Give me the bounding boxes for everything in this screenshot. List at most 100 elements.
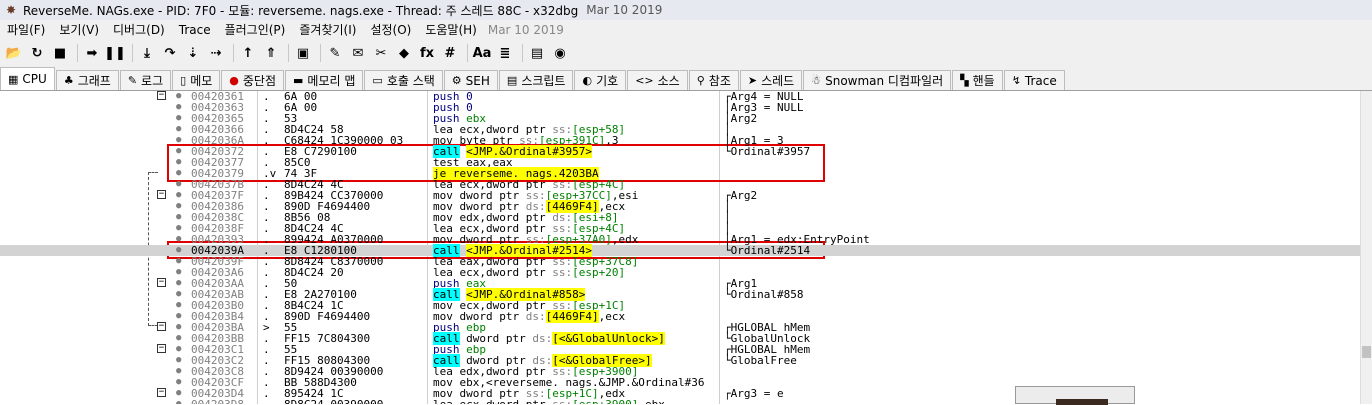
tab-item[interactable]: ◐ 기호	[574, 70, 627, 90]
collapse-toggle[interactable]: −	[157, 322, 166, 331]
call-stack-icon: ▭	[372, 74, 383, 87]
breakpoint-dot[interactable]: ●	[176, 311, 181, 322]
tab-item[interactable]: ▯ 메모	[172, 70, 221, 90]
menu-item[interactable]: 설정(O)	[363, 20, 418, 40]
menu-bar: 파일(F) 보기(V) 디버그(D) Trace 플러그인(P) 즐겨찾기(I) 설정(O)…	[0, 20, 1372, 40]
font-icon[interactable]: Aa	[472, 43, 492, 63]
bookmark-icon[interactable]: ◆	[394, 43, 414, 63]
tab-item[interactable]: ⚙ SEH	[443, 70, 498, 90]
breakpoint-dot[interactable]: ●	[176, 267, 181, 278]
breakpoint-dot[interactable]: ●	[176, 333, 181, 344]
tab-label: SEH	[465, 73, 490, 88]
tab-item[interactable]: ♣ 그래프	[55, 70, 119, 90]
menu-item[interactable]: 디버그(D)	[106, 20, 172, 40]
comment-icon[interactable]: ✉	[348, 43, 368, 63]
tab-item[interactable]: ☃ Snowman 디컴파일러	[803, 70, 952, 90]
strings-icon[interactable]: ≣	[495, 43, 515, 63]
breakpoint-dot[interactable]: ●	[176, 102, 181, 113]
breakpoint-dot[interactable]: ●	[176, 399, 181, 404]
breakpoint-dot[interactable]: ●	[176, 289, 181, 300]
trace-icon: ↯	[1011, 74, 1021, 87]
breakpoint-dot[interactable]: ●	[176, 300, 181, 311]
address[interactable]: 004203D8	[191, 399, 244, 404]
vertical-scrollbar[interactable]	[1360, 91, 1372, 404]
breakpoint-dot[interactable]: ●	[176, 201, 181, 212]
graph-icon: ♣	[63, 74, 74, 87]
tab-item[interactable]: ▤ 스크립트	[498, 70, 574, 90]
handles-icon: ▚	[960, 74, 969, 87]
toolbar-separator	[132, 44, 133, 62]
tab-item[interactable]: ⚲ 참조	[688, 70, 739, 90]
breakpoint-dot[interactable]: ●	[176, 366, 181, 377]
collapse-toggle[interactable]: −	[157, 388, 166, 397]
breakpoint-dot[interactable]: ●	[176, 223, 181, 234]
breakpoint-dot[interactable]: ●	[176, 135, 181, 146]
trace-into-icon[interactable]: ⇣	[183, 43, 203, 63]
step-over-icon[interactable]: ↷	[160, 43, 180, 63]
breakpoint-dot[interactable]: ●	[176, 234, 181, 245]
tab-item[interactable]: ▬ 메모리 맵	[285, 70, 364, 90]
function-icon[interactable]: fx	[417, 43, 437, 63]
tab-label: 중단점	[242, 74, 277, 88]
tab-item[interactable]: ● 중단점	[221, 70, 285, 90]
toolbar: 📂 ↻ ■ ➡ ❚❚ ⤓ ↷ ⇣ ⇢ ↑ ⇑ ▣ ✎ ✉ ✂ ◆ fx # Aa ≣ ▤ ◉	[0, 40, 1372, 66]
collapse-toggle[interactable]: −	[157, 344, 166, 353]
breakpoint-dot[interactable]: ●	[176, 377, 181, 388]
disasm-row[interactable]: ● 004203D8. 8D8C24 00390000 lea ecx,dword p…	[0, 399, 1360, 404]
breakpoint-dot[interactable]: ●	[176, 278, 181, 289]
calculator-icon[interactable]: ▤	[527, 43, 547, 63]
execute-till-return-icon[interactable]: ↑	[238, 43, 258, 63]
breakpoint-dot[interactable]: ●	[176, 256, 181, 267]
breakpoint-dot[interactable]: ●	[176, 344, 181, 355]
pause-icon[interactable]: ❚❚	[104, 43, 126, 63]
label-icon[interactable]: ✂	[371, 43, 391, 63]
breakpoint-dot[interactable]: ●	[176, 113, 181, 124]
step-into-icon[interactable]: ⤓	[137, 43, 157, 63]
open-icon[interactable]: 📂	[4, 43, 24, 63]
restart-icon[interactable]: ↻	[27, 43, 47, 63]
breakpoint-dot[interactable]: ●	[176, 124, 181, 135]
menu-item[interactable]: 보기(V)	[52, 20, 106, 40]
breakpoint-dot[interactable]: ●	[176, 179, 181, 190]
breakpoint-dot[interactable]: ●	[176, 91, 181, 102]
breakpoint-dot[interactable]: ●	[176, 168, 181, 179]
trace-over-icon[interactable]: ⇢	[206, 43, 226, 63]
collapse-toggle[interactable]: −	[157, 278, 166, 287]
tab-item[interactable]: <> 소스	[627, 70, 688, 90]
tab-label: 소스	[657, 74, 680, 88]
breakpoint-dot[interactable]: ●	[176, 245, 181, 256]
collapse-toggle[interactable]: −	[157, 91, 166, 100]
menu-item[interactable]: 파일(F)	[0, 20, 52, 40]
breakpoint-dot[interactable]: ●	[176, 146, 181, 157]
tab-item[interactable]: ➤ 스레드	[739, 70, 803, 90]
scylla-icon[interactable]: ▣	[293, 43, 313, 63]
breakpoint-dot[interactable]: ●	[176, 157, 181, 168]
scrollbar-thumb[interactable]	[1362, 346, 1371, 358]
tab-label: 메모	[190, 74, 213, 88]
breakpoint-dot[interactable]: ●	[176, 388, 181, 399]
tab-item[interactable]: ✎ 로그	[119, 70, 172, 90]
menu-item[interactable]: Trace	[172, 20, 218, 40]
run-icon[interactable]: ➡	[82, 43, 102, 63]
breakpoint-dot[interactable]: ●	[176, 212, 181, 223]
stop-icon[interactable]: ■	[50, 43, 70, 63]
menu-item[interactable]: 플러그인(P)	[218, 20, 293, 40]
run-to-user-code-icon[interactable]: ⇑	[261, 43, 281, 63]
tab-item[interactable]: ▚ 핸들	[952, 70, 1003, 90]
menu-item[interactable]: 도움말(H)	[418, 20, 484, 40]
tab-cpu[interactable]: ▦ CPU	[0, 67, 55, 90]
patch-icon[interactable]: ✎	[325, 43, 345, 63]
menu-item[interactable]: 즐겨찾기(I)	[292, 20, 363, 40]
globe-icon[interactable]: ◉	[550, 43, 570, 63]
breakpoint-dot[interactable]: ●	[176, 322, 181, 333]
tab-label: Snowman 디컴파일러	[825, 74, 944, 88]
breakpoint-dot[interactable]: ●	[176, 190, 181, 201]
collapse-toggle[interactable]: −	[157, 190, 166, 199]
hash-icon[interactable]: #	[440, 43, 460, 63]
disassembly-view[interactable]: − ● 00420361. 6A 00 push 0 ┌Arg4 = NULL ● 00420…	[0, 91, 1360, 404]
tab-item[interactable]: ▭ 호출 스택	[364, 70, 443, 90]
tab-item[interactable]: ↯ Trace	[1003, 70, 1065, 90]
toolbar-separator	[288, 44, 289, 62]
breakpoint-dot[interactable]: ●	[176, 355, 181, 366]
tab-label: 호출 스택	[386, 74, 435, 88]
